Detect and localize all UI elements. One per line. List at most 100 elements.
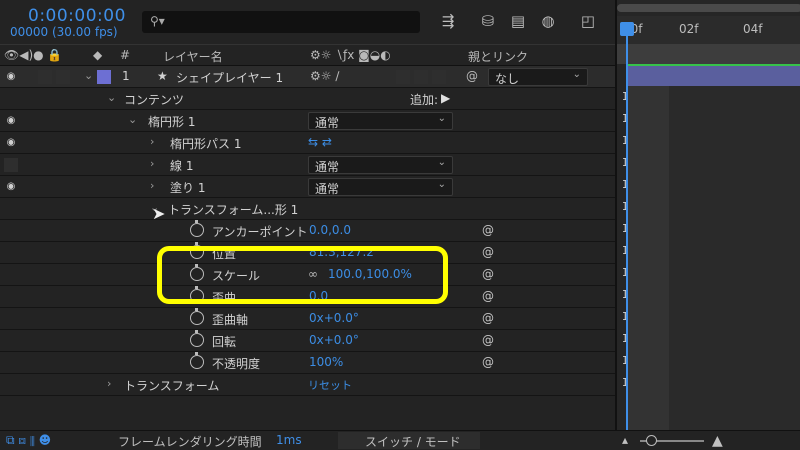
label-tag-icon[interactable]: ◆ — [93, 48, 102, 62]
switch-box-2[interactable] — [414, 70, 428, 84]
skew-axis-row[interactable]: 歪曲軸 0x+0.0° @ — [0, 308, 615, 330]
zoom-slider-handle[interactable] — [646, 435, 657, 446]
stopwatch-icon[interactable] — [190, 352, 204, 369]
fill-row[interactable]: ◉ › 塗り 1 通常 ⌄ — [0, 176, 615, 198]
opacity-label: 不透明度 — [212, 357, 261, 371]
chevron-down-icon[interactable]: ⌄ — [107, 91, 116, 104]
anchor-point-label: アンカーポイント — [212, 225, 308, 239]
blend-mode-value: 通常 — [315, 116, 340, 130]
chevron-right-icon[interactable]: › — [107, 377, 111, 390]
expression-spiral-icon[interactable]: @ — [481, 245, 495, 259]
motion-blur-icon[interactable]: ◍ — [538, 12, 558, 32]
layer-duration-bar[interactable] — [627, 64, 800, 86]
fill-label: 塗り 1 — [170, 181, 206, 195]
expression-spiral-icon[interactable]: @ — [481, 223, 495, 237]
blend-mode-select[interactable]: 通常 ⌄ — [308, 178, 453, 196]
layer-name[interactable]: シェイプレイヤー 1 — [176, 69, 283, 86]
av-columns-icons: 👁◀)● 🔒 — [4, 48, 63, 62]
chevron-right-icon[interactable]: › — [150, 157, 154, 170]
layer-label-color[interactable] — [97, 70, 111, 84]
add-label: 追加: — [410, 93, 439, 107]
blend-mode-select[interactable]: 通常 ⌄ — [308, 112, 453, 130]
layer-number: 1 — [122, 69, 130, 83]
stroke-label: 線 1 — [170, 159, 194, 173]
expression-spiral-icon[interactable]: @ — [481, 355, 495, 369]
parent-select[interactable]: なし ⌄ — [488, 68, 588, 86]
skew-axis-value[interactable]: 0x+0.0° — [309, 311, 359, 325]
frame-blending-icon[interactable]: ▤ — [508, 12, 528, 32]
ellipse-path-label: 楕円形パス 1 — [170, 137, 242, 151]
current-time-display[interactable]: 0:00:00:00 — [28, 6, 126, 26]
contents-row[interactable]: ⌄ コンテンツ 追加: ▶ — [0, 88, 615, 110]
layer-row[interactable]: ◉ ⌄ 1 ★ シェイプレイヤー 1 ⚙☼ ∕ @ なし ⌄ — [0, 66, 615, 88]
zoom-in-mountain-icon[interactable]: ▲ — [712, 433, 723, 449]
timeline-navigator-bar[interactable] — [617, 4, 800, 12]
chevron-down-icon: ⌄ — [437, 179, 446, 190]
playhead-line[interactable] — [626, 22, 628, 430]
comp-icons[interactable]: ⧉ ⧈ ⫴ ☻ — [6, 433, 51, 448]
stopwatch-icon[interactable] — [190, 308, 204, 325]
chevron-right-icon[interactable]: › — [150, 135, 154, 148]
stroke-row[interactable]: › 線 1 通常 ⌄ — [0, 154, 615, 176]
blend-mode-select[interactable]: 通常 ⌄ — [308, 156, 453, 174]
chevron-down-icon: ⌄ — [437, 157, 446, 168]
visibility-eye-icon[interactable]: ◉ — [4, 180, 18, 194]
stopwatch-icon[interactable] — [190, 220, 204, 237]
anchor-point-value[interactable]: 0.0,0.0 — [309, 223, 351, 237]
anchor-point-row[interactable]: アンカーポイント 0.0,0.0 @ — [0, 220, 615, 242]
draft-3d-icon[interactable]: ⛁ — [478, 12, 498, 32]
ellipse-path-row[interactable]: ◉ › 楕円形パス 1 ⇆ ⇄ — [0, 132, 615, 154]
comp-flowchart-icon[interactable]: ⇶ — [438, 12, 458, 32]
chevron-down-icon[interactable]: ⌄ — [84, 69, 93, 82]
switch-box-3[interactable] — [432, 70, 446, 84]
work-area-bar[interactable] — [617, 44, 800, 64]
layer-switches[interactable]: ⚙☼ ∕ — [310, 69, 339, 83]
switch-mode-toggle[interactable]: スイッチ / モード — [365, 433, 461, 450]
timeline-track-shade — [627, 86, 669, 430]
tick-02f: 02f — [679, 22, 699, 36]
column-number: # — [120, 48, 131, 62]
ellipse-group-row[interactable]: ◉ ⌄ 楕円形 1 通常 ⌄ — [0, 110, 615, 132]
visibility-toggle[interactable] — [4, 158, 18, 172]
layer-transform-row[interactable]: › トランスフォーム リセット — [0, 374, 615, 396]
expression-spiral-icon[interactable]: @ — [481, 311, 495, 325]
visibility-eye-icon[interactable]: ◉ — [4, 70, 18, 84]
column-parent-link[interactable]: 親とリンク — [468, 48, 528, 65]
chevron-down-icon[interactable]: ⌄ — [128, 113, 137, 126]
render-time-value: 1ms — [276, 433, 302, 447]
opacity-row[interactable]: 不透明度 100% @ — [0, 352, 615, 374]
zoom-out-mountain-icon[interactable]: ▴ — [622, 433, 628, 447]
blend-mode-value: 通常 — [315, 160, 340, 174]
switch-box-1[interactable] — [396, 70, 410, 84]
add-play-icon[interactable]: ▶ — [441, 91, 450, 105]
search-icon: ⚲▾ — [150, 14, 165, 28]
pick-whip-icon[interactable]: @ — [466, 69, 478, 83]
expression-spiral-icon[interactable]: @ — [481, 333, 495, 347]
switches-icons: ⚙☼ ∖ƒx ◙◒◐ — [310, 48, 391, 62]
column-header: 👁◀)● 🔒 ◆ # レイヤー名 ⚙☼ ∖ƒx ◙◒◐ 親とリンク — [0, 44, 615, 66]
path-direction-icons[interactable]: ⇆ ⇄ — [308, 135, 332, 149]
visibility-eye-icon[interactable]: ◉ — [4, 136, 18, 150]
lock-toggle[interactable] — [56, 70, 70, 84]
rotation-value[interactable]: 0x+0.0° — [309, 333, 359, 347]
reset-link[interactable]: リセット — [308, 377, 352, 393]
graph-editor-icon[interactable]: ◰ — [578, 12, 598, 32]
parent-select-value: なし — [495, 72, 520, 86]
time-ruler[interactable] — [617, 16, 800, 44]
expression-spiral-icon[interactable]: @ — [481, 267, 495, 281]
chevron-right-icon[interactable]: › — [150, 179, 154, 192]
playhead-handle[interactable] — [620, 22, 634, 36]
frame-rate-info: 00000 (30.00 fps) — [10, 25, 118, 39]
shape-transform-row[interactable]: ⌄ トランスフォーム...形 1 ➤ — [0, 198, 615, 223]
opacity-value[interactable]: 100% — [309, 355, 343, 369]
chevron-down-icon: ⌄ — [437, 113, 446, 124]
expression-spiral-icon[interactable]: @ — [481, 289, 495, 303]
solo-toggle[interactable] — [38, 70, 52, 84]
stopwatch-icon[interactable] — [190, 330, 204, 347]
column-layer-name[interactable]: レイヤー名 — [163, 48, 223, 65]
blend-mode-value: 通常 — [315, 182, 340, 196]
layer-transform-label: トランスフォーム — [124, 379, 220, 393]
rotation-row[interactable]: 回転 0x+0.0° @ — [0, 330, 615, 352]
visibility-eye-icon[interactable]: ◉ — [4, 114, 18, 128]
layer-search-input[interactable]: ⚲▾ — [142, 11, 420, 33]
